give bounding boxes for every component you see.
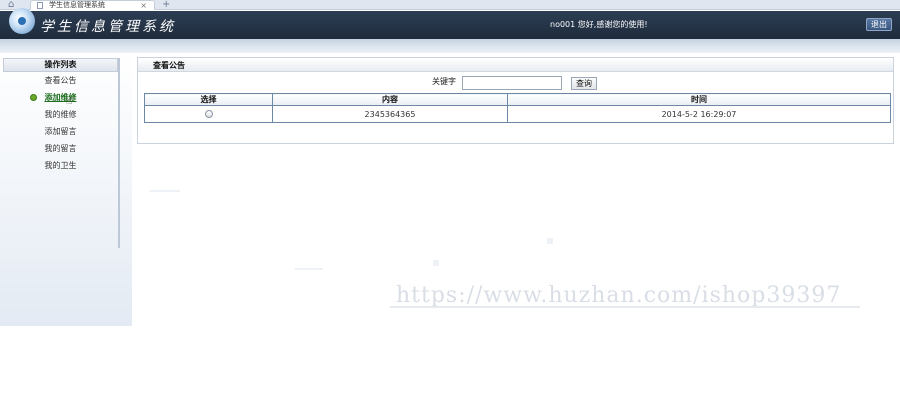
query-button[interactable]: 查询 xyxy=(571,77,597,90)
sidebar-item-add-repair[interactable]: 添加维修 ☝ xyxy=(3,89,118,107)
close-icon[interactable]: × xyxy=(140,1,147,10)
new-tab-icon[interactable]: + xyxy=(162,0,170,10)
app-title: 学生信息管理系统 xyxy=(40,19,176,35)
column-header-content: 内容 xyxy=(272,93,508,106)
sidebar-item-label: 我的留言 xyxy=(44,144,77,153)
select-cell xyxy=(144,105,273,123)
keyword-input[interactable] xyxy=(462,76,562,90)
page-icon xyxy=(37,2,43,9)
faint-mark xyxy=(433,260,439,266)
welcome-text: no001 您好,感谢您的使用! xyxy=(550,20,648,29)
notice-panel: 查看公告 关键字 查询 选择 内容 时间 2345364365 2014-5-2… xyxy=(137,57,894,144)
logout-button[interactable]: 退出 xyxy=(866,18,892,31)
watermark-text: https://www.huzhan.com/ishop39397 xyxy=(396,283,842,308)
browser-tab-title: 学生信息管理系统 xyxy=(49,1,105,9)
column-header-time: 时间 xyxy=(507,93,891,106)
search-row: 关键字 查询 xyxy=(138,75,893,92)
radio-icon[interactable] xyxy=(204,110,213,118)
content-cell: 2345364365 xyxy=(272,105,508,123)
panel-title: 查看公告 xyxy=(138,58,893,72)
sidebar-panel: 操作列表 查看公告 添加维修 ☝ 我的维修 添加留言 我的留言 我的卫生 xyxy=(3,58,120,248)
sidebar-item-label: 我的卫生 xyxy=(44,161,77,170)
column-header-select: 选择 xyxy=(144,93,273,106)
keyword-label: 关键字 xyxy=(432,77,456,86)
sidebar-item-label: 添加留言 xyxy=(44,127,77,136)
time-cell: 2014-5-2 16:29:07 xyxy=(507,105,891,123)
sidebar-item-my-repair[interactable]: 我的维修 xyxy=(3,106,118,123)
sidebar-title: 操作列表 xyxy=(3,58,118,72)
notice-table: 选择 内容 时间 2345364365 2014-5-2 16:29:07 xyxy=(144,93,891,123)
browser-tab[interactable]: 学生信息管理系统 × xyxy=(30,0,155,10)
table-header-row: 选择 内容 时间 xyxy=(144,93,891,106)
sidebar-item-label: 我的维修 xyxy=(44,110,77,119)
sidebar-item-my-hygiene[interactable]: 我的卫生 xyxy=(3,157,118,174)
faint-mark xyxy=(150,190,180,192)
faint-mark xyxy=(547,238,553,244)
faint-mark xyxy=(295,268,323,270)
bullet-icon xyxy=(30,94,37,101)
sidebar-item-add-message[interactable]: 添加留言 xyxy=(3,123,118,140)
header-subbar xyxy=(0,39,900,53)
sidebar-item-my-message[interactable]: 我的留言 xyxy=(3,140,118,157)
app-header: 学生信息管理系统 no001 您好,感谢您的使用! 退出 xyxy=(0,11,900,39)
sidebar-item-view-notice[interactable]: 查看公告 xyxy=(3,72,118,89)
watermark-underline xyxy=(390,306,860,308)
sidebar-item-label: 查看公告 xyxy=(44,76,77,85)
sidebar: 操作列表 查看公告 添加维修 ☝ 我的维修 添加留言 我的留言 我的卫生 xyxy=(0,53,132,326)
browser-tab-strip: ⌂ 学生信息管理系统 × + xyxy=(0,0,900,10)
logo-icon xyxy=(9,8,35,34)
table-row: 2345364365 2014-5-2 16:29:07 xyxy=(144,105,891,123)
